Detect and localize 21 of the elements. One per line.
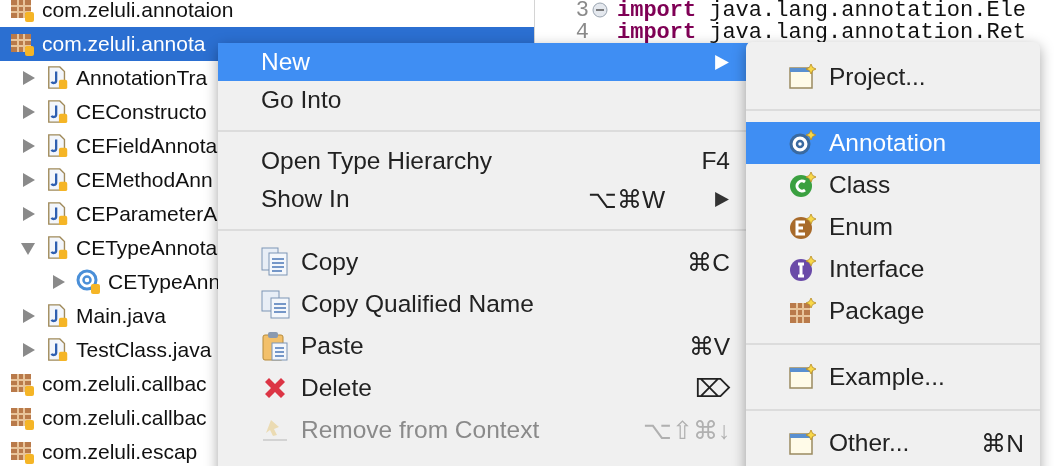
tree-item-label: AnnotationTra (76, 66, 208, 90)
shortcut-label: ⌘C (687, 247, 730, 277)
tree-item-label: com.zeluli.callbac (42, 372, 207, 396)
tree-item-label: com.zeluli.callbac (42, 406, 207, 430)
tree-item-label: CETypeAnn (108, 270, 221, 294)
shortcut-label: ⌘V (688, 331, 730, 361)
tree-item-label: com.zeluli.escap (42, 440, 198, 464)
shortcut-label: ⌥⇧⌘↓ (642, 415, 730, 445)
shortcut-label: ⌘N (981, 428, 1024, 458)
tree-item-label: TestClass.java (76, 338, 212, 362)
shortcut-label: ⌦ (695, 373, 730, 403)
shortcut-label: F4 (701, 147, 730, 175)
shortcut-label: ⌥⌘W (587, 184, 665, 214)
tree-item-label: com.zeluli.annotaion (42, 0, 234, 22)
tree-item-label: CEFieldAnnota (76, 134, 218, 158)
tree-item-label: com.zeluli.annota (42, 32, 206, 56)
tree-item-label: CEMethodAnn (76, 168, 213, 192)
tree-item-label: CETypeAnnota (76, 236, 218, 260)
tree-item-label: CEConstructo (76, 100, 207, 124)
tree-item-label: CEParameterA (76, 202, 218, 226)
tree-item-label: Main.java (76, 304, 166, 328)
